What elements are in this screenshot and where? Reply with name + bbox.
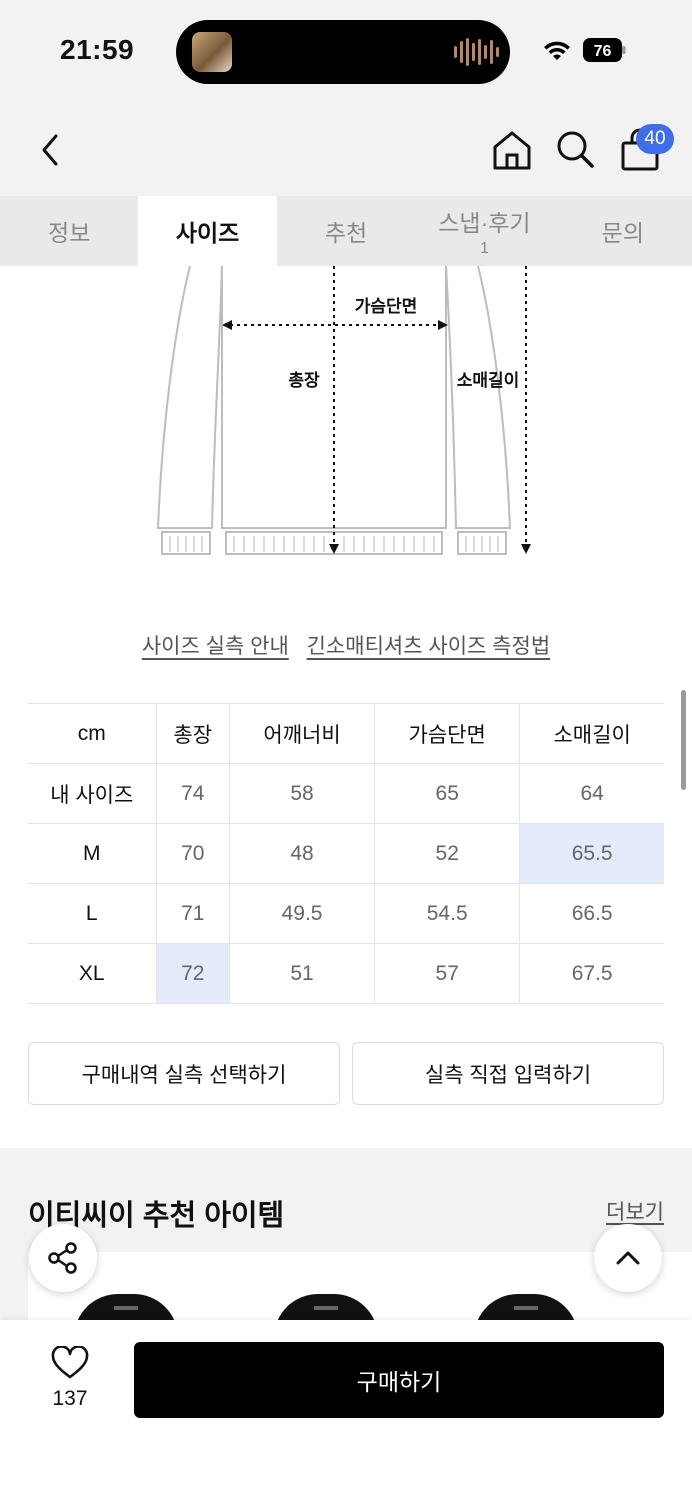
table-header-row: cm 총장 어깨너비 가슴단면 소매길이 [28, 703, 664, 764]
search-icon[interactable] [554, 128, 596, 170]
table-header: 소매길이 [519, 703, 664, 764]
battery-level: 76 [594, 43, 612, 60]
chevron-up-icon [616, 1251, 640, 1265]
tab-label: 문의 [601, 220, 644, 246]
scrollbar[interactable] [681, 690, 686, 790]
tab-recommend[interactable]: 추천 [277, 196, 415, 266]
table-header: 어깨너비 [228, 703, 376, 764]
table-row: L 71 49.5 54.5 66.5 [28, 883, 664, 944]
top-navigation [0, 100, 692, 196]
see-more-link[interactable]: 더보기 [606, 1196, 664, 1226]
size-guide-links: 사이즈 실측 안내 긴소매티셔츠 사이즈 측정법 [0, 630, 692, 660]
audio-wave-icon [454, 38, 499, 66]
recommend-carousel[interactable] [28, 1252, 692, 1320]
measure-method-link[interactable]: 긴소매티셔츠 사이즈 측정법 [307, 635, 551, 658]
table-cell: 70 [155, 823, 230, 884]
sleeve-length-label: 소매길이 [457, 371, 520, 390]
product-tabs: 정보 사이즈 추천 스냅·후기 1 문의 [0, 196, 692, 266]
table-row: XL 72 51 57 67.5 [28, 943, 664, 1004]
table-cell: 57 [374, 943, 521, 1004]
table-cell: 67.5 [519, 943, 664, 1004]
table-cell: 74 [155, 763, 230, 824]
table-row: 내 사이즈 74 58 65 64 [28, 763, 664, 824]
review-count: 1 [479, 240, 489, 257]
share-icon [48, 1242, 77, 1274]
share-button[interactable] [29, 1224, 97, 1292]
tab-label: 사이즈 [175, 220, 240, 246]
now-playing-thumbnail [192, 32, 232, 72]
tab-info[interactable]: 정보 [0, 196, 138, 266]
table-cell: 48 [228, 823, 376, 884]
size-table: cm 총장 어깨너비 가슴단면 소매길이 내 사이즈 74 58 65 64 M… [28, 703, 664, 1004]
chest-width-label: 가슴단면 [355, 297, 418, 316]
status-bar: 21:59 76 [0, 0, 692, 100]
home-icon[interactable] [490, 128, 534, 172]
battery-icon: 76 [583, 38, 626, 62]
product-thumbnail[interactable] [74, 1294, 178, 1320]
clock: 21:59 [60, 34, 135, 65]
dynamic-island[interactable] [176, 20, 510, 84]
table-header: 가슴단면 [374, 703, 521, 764]
table-cell: 65 [374, 763, 521, 824]
table-cell-highlighted: 65.5 [519, 823, 664, 884]
table-cell: 54.5 [374, 883, 521, 944]
table-cell: 58 [228, 763, 376, 824]
table-cell: 52 [374, 823, 521, 884]
tab-size[interactable]: 사이즈 [138, 196, 277, 266]
back-icon[interactable] [36, 132, 66, 168]
product-thumbnail[interactable] [274, 1294, 378, 1320]
like-count: 137 [52, 1387, 88, 1410]
wifi-icon [544, 41, 570, 60]
table-cell: 51 [228, 943, 376, 1004]
manual-input-button[interactable]: 실측 직접 입력하기 [352, 1042, 664, 1105]
scroll-to-top-button[interactable] [594, 1224, 662, 1292]
buy-button[interactable]: 구매하기 [134, 1342, 664, 1418]
cart-count-badge: 40 [636, 124, 674, 154]
bottom-purchase-bar: 137 구매하기 [0, 1320, 692, 1500]
tab-label: 추천 [324, 220, 368, 246]
table-cell: 71 [155, 883, 230, 944]
table-cell: 64 [519, 763, 664, 824]
size-guide-link[interactable]: 사이즈 실측 안내 [142, 635, 289, 658]
total-length-label: 총장 [288, 371, 320, 390]
tab-inquiry[interactable]: 문의 [554, 196, 692, 266]
tab-label: 정보 [48, 220, 91, 246]
row-label: XL [28, 943, 157, 1004]
select-from-history-button[interactable]: 구매내역 실측 선택하기 [28, 1042, 340, 1105]
tab-label: 스냅·후기 [438, 210, 531, 236]
heart-icon [51, 1345, 89, 1379]
table-cell: 49.5 [228, 883, 376, 944]
tab-snap-review[interactable]: 스냅·후기 1 [415, 196, 553, 266]
size-diagram: 가슴단면 총장 소매길이 [156, 266, 531, 555]
row-label: 내 사이즈 [28, 763, 157, 824]
table-header: cm [28, 703, 157, 764]
row-label: L [28, 883, 157, 944]
table-header: 총장 [155, 703, 230, 764]
like-button[interactable]: 137 [46, 1345, 94, 1411]
recommend-section: 이티씨이 추천 아이템 더보기 [0, 1148, 692, 1320]
table-row: M 70 48 52 65.5 [28, 823, 664, 884]
table-cell: 66.5 [519, 883, 664, 944]
table-cell-highlighted: 72 [155, 943, 230, 1004]
row-label: M [28, 823, 157, 884]
product-thumbnail[interactable] [474, 1294, 578, 1320]
